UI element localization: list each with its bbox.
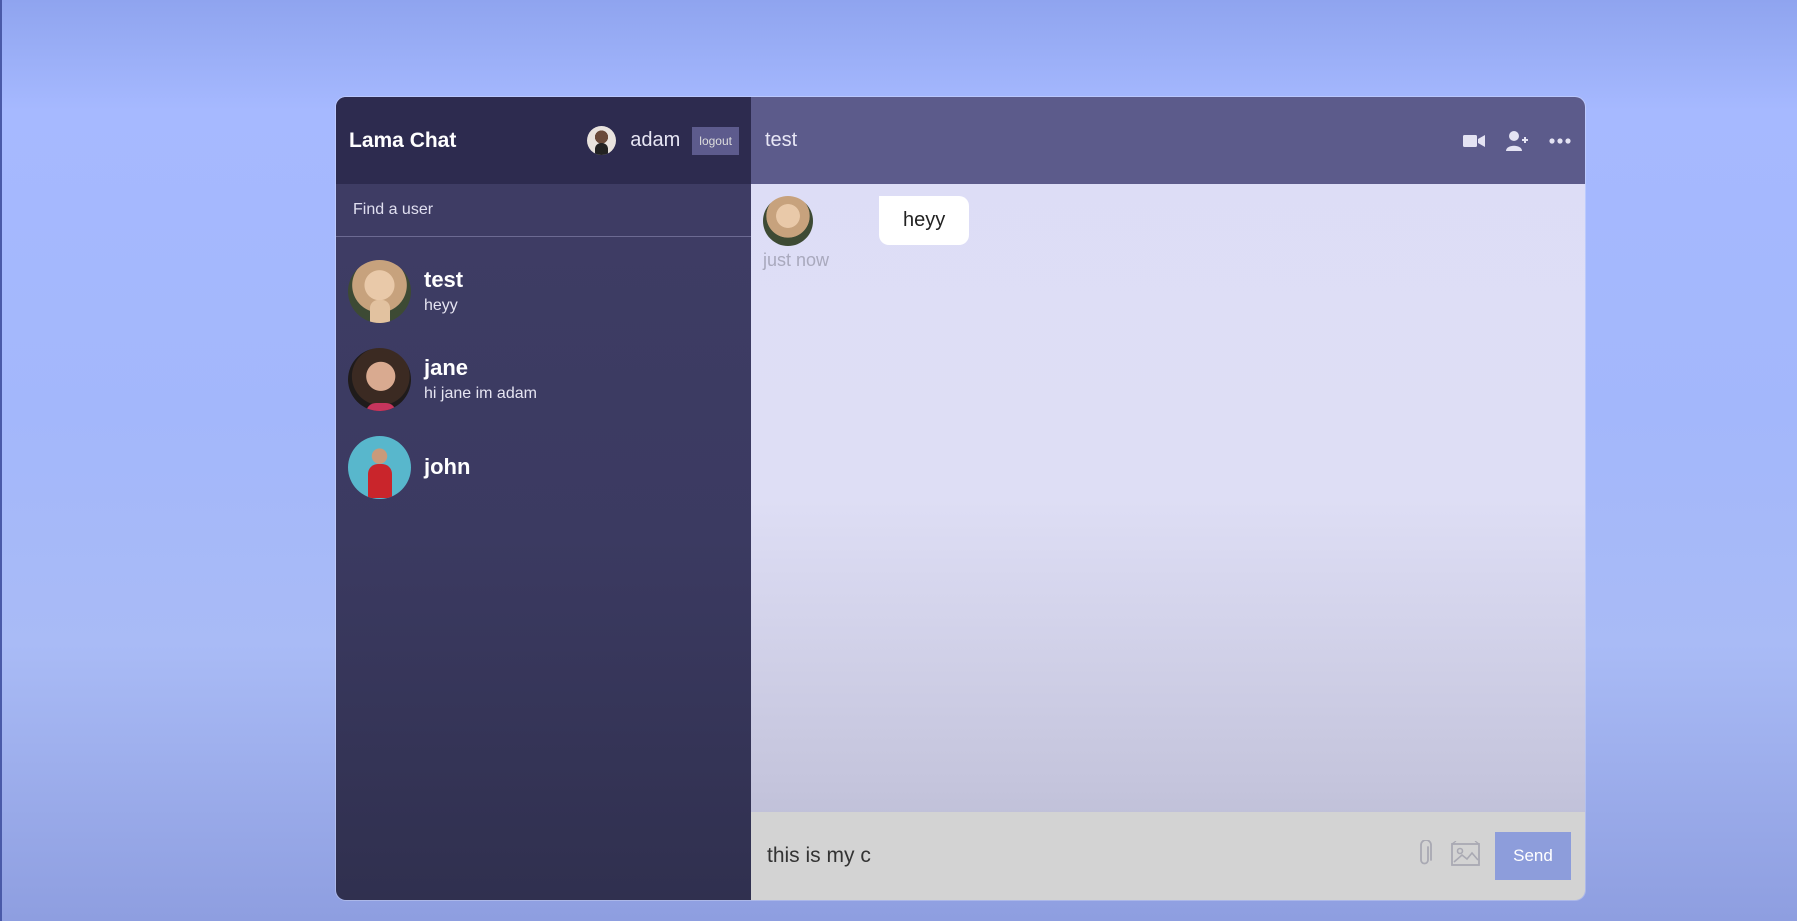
avatar [348, 435, 411, 499]
avatar [348, 347, 411, 411]
chat-name: test [424, 267, 464, 292]
chat-app-window: Lama Chat adam logout test heyy jane [336, 97, 1585, 900]
chat-last-message: hi jane im adam [424, 385, 537, 402]
image-icon[interactable] [1451, 840, 1481, 872]
messages-area: just now heyy [751, 184, 1585, 812]
message-meta: just now [763, 196, 829, 271]
chat-name: john [424, 454, 471, 479]
video-camera-icon[interactable] [1462, 129, 1485, 152]
message-avatar [763, 196, 813, 246]
sidebar-navbar: Lama Chat adam logout [336, 97, 751, 184]
chat-header-icons [1462, 129, 1571, 152]
chat-info: john [424, 454, 470, 480]
user-search [336, 184, 751, 237]
chat-last-message: heyy [424, 297, 458, 314]
add-user-icon[interactable] [1505, 129, 1528, 152]
message: just now heyy [763, 196, 1573, 271]
chat-item-john[interactable]: john [336, 423, 751, 511]
chat-name: jane [424, 355, 469, 380]
chat-header: test [751, 97, 1585, 184]
chat-item-test[interactable]: test heyy [336, 247, 751, 335]
message-bubble: heyy [879, 196, 970, 245]
chat-item-jane[interactable]: jane hi jane im adam [336, 335, 751, 423]
screen-edge [0, 0, 2, 921]
more-options-icon[interactable] [1548, 129, 1571, 152]
chat-info: test heyy [424, 267, 463, 315]
paperclip-icon[interactable] [1417, 838, 1433, 873]
message-composer: Send [751, 812, 1585, 900]
chat-info: jane hi jane im adam [424, 355, 537, 403]
logout-button[interactable]: logout [692, 126, 739, 155]
app-title: Lama Chat [349, 128, 457, 152]
current-user-name: adam [630, 129, 681, 151]
chat-list: test heyy jane hi jane im adam john [336, 237, 751, 511]
current-user: adam logout [587, 126, 739, 155]
avatar [348, 259, 411, 323]
chat-panel: test just now heyy this is my c Send [751, 97, 1585, 900]
current-user-avatar [587, 126, 617, 155]
composer-icons [1417, 838, 1481, 873]
chat-title: test [765, 129, 798, 151]
message-time: just now [763, 250, 830, 270]
message-input[interactable] [765, 843, 1417, 869]
send-button[interactable]: Send [1495, 832, 1571, 880]
sidebar: Lama Chat adam logout test heyy jane [336, 97, 751, 900]
search-input[interactable] [351, 200, 736, 220]
